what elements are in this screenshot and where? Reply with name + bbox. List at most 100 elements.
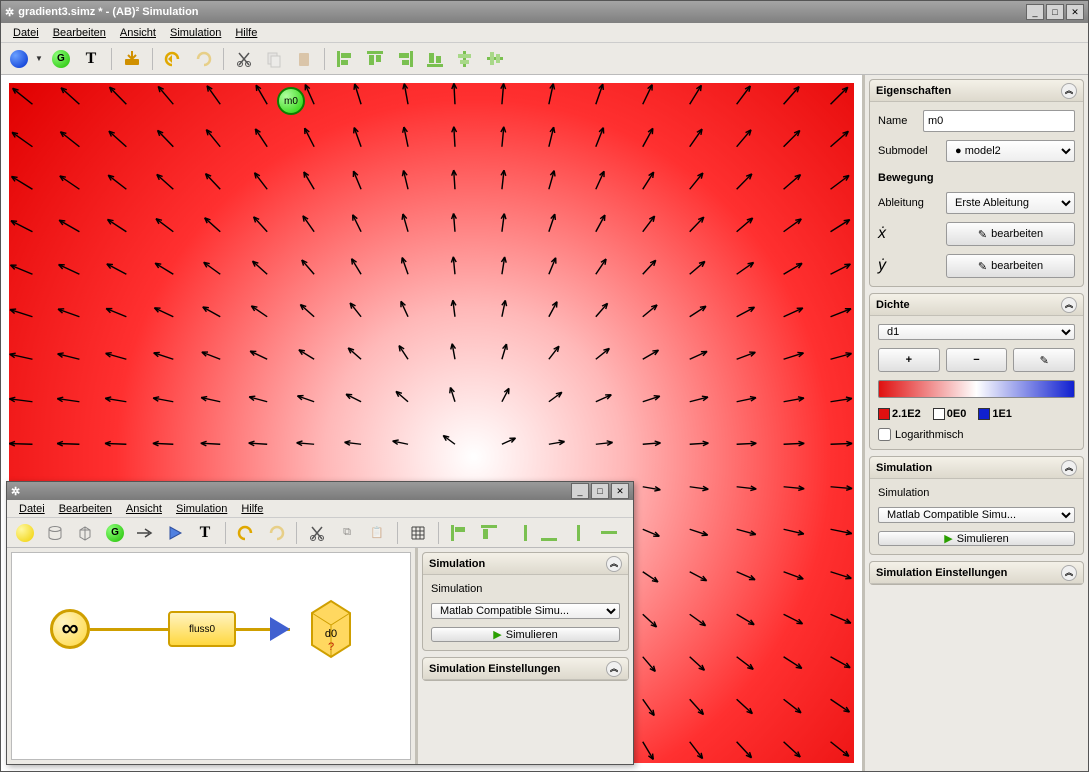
align-top[interactable] [363, 47, 387, 71]
align-left[interactable] [447, 521, 471, 545]
collapse-icon[interactable]: ︽ [1061, 297, 1077, 313]
log-label: Logarithmisch [895, 429, 963, 441]
tool-undo[interactable] [161, 47, 185, 71]
edit-density-button[interactable]: ✎ [1013, 348, 1075, 372]
align-center-h[interactable] [453, 47, 477, 71]
tool-redo[interactable] [264, 521, 288, 545]
main-toolbar: ▼ G T [1, 43, 1088, 75]
log-checkbox[interactable] [878, 428, 891, 441]
collapse-icon[interactable]: ︽ [606, 556, 622, 572]
menu-edit[interactable]: Bearbeiten [53, 501, 118, 517]
tool-undo[interactable] [234, 521, 258, 545]
tool-copy[interactable]: ⧉ [335, 521, 359, 545]
menu-view[interactable]: Ansicht [114, 25, 162, 41]
menu-file[interactable]: Datei [7, 25, 45, 41]
collapse-icon[interactable]: ︽ [1061, 565, 1077, 581]
density-title: Dichte [876, 299, 910, 311]
menu-file[interactable]: Datei [13, 501, 51, 517]
menu-simulation[interactable]: Simulation [170, 501, 233, 517]
x-dot-label: ẋ [878, 225, 938, 243]
sink-node[interactable]: d0? [304, 595, 358, 661]
tool-arrow[interactable] [133, 521, 157, 545]
tool-redo[interactable] [191, 47, 215, 71]
tool-paste[interactable] [292, 47, 316, 71]
tool-save[interactable] [120, 47, 144, 71]
simulation-select[interactable]: Matlab Compatible Simu... [431, 603, 620, 619]
submodel-label: Submodel [878, 145, 938, 157]
sub-minimize-button[interactable]: _ [571, 483, 589, 499]
edit-x-button[interactable]: ✎bearbeiten [946, 222, 1075, 246]
close-button[interactable]: ✕ [1066, 4, 1084, 20]
simulation-label: Simulation [431, 583, 620, 595]
tool-text[interactable]: T [79, 47, 103, 71]
simulation-select[interactable]: Matlab Compatible Simu... [878, 507, 1075, 523]
collapse-icon[interactable]: ︽ [1061, 460, 1077, 476]
maximize-button[interactable]: □ [1046, 4, 1064, 20]
menu-simulation[interactable]: Simulation [164, 25, 227, 41]
play-icon: ▶ [493, 628, 501, 641]
sim-settings-title: Simulation Einstellungen [429, 663, 560, 675]
edit-y-button[interactable]: ✎bearbeiten [946, 254, 1075, 278]
tool-paste[interactable]: 📋 [365, 521, 389, 545]
tool-yellow-circle[interactable] [13, 521, 37, 545]
derivative-select[interactable]: Erste Ableitung [946, 192, 1075, 214]
main-titlebar: ✲ gradient3.simz * - (AB)² Simulation _ … [1, 1, 1088, 23]
sub-canvas[interactable]: ∞ fluss0 d0? [11, 552, 411, 760]
tool-cut[interactable] [232, 47, 256, 71]
run-simulation-button[interactable]: ▶Simulieren [878, 531, 1075, 546]
minus-button[interactable]: − [946, 348, 1008, 372]
submodel-select[interactable]: ● model2 [946, 140, 1075, 162]
sub-close-button[interactable]: ✕ [611, 483, 629, 499]
flow-node[interactable]: fluss0 [168, 611, 236, 647]
align-top[interactable] [477, 521, 501, 545]
panel-simulation: Simulation ︽ Simulation Matlab Compatibl… [869, 456, 1084, 555]
properties-title: Eigenschaften [876, 85, 951, 97]
menu-help[interactable]: Hilfe [235, 501, 269, 517]
tool-global[interactable]: G [103, 521, 127, 545]
align-center-v[interactable] [597, 521, 621, 545]
tool-copy[interactable] [262, 47, 286, 71]
tool-text[interactable]: T [193, 521, 217, 545]
minimize-button[interactable]: _ [1026, 4, 1044, 20]
menu-view[interactable]: Ansicht [120, 501, 168, 517]
sim-settings-title: Simulation Einstellungen [876, 567, 1007, 579]
pencil-icon: ✎ [978, 260, 987, 273]
menu-edit[interactable]: Bearbeiten [47, 25, 112, 41]
align-bottom[interactable] [423, 47, 447, 71]
name-input[interactable] [923, 110, 1075, 132]
window-title: gradient3.simz * - (AB)² Simulation [18, 6, 198, 18]
app-icon: ✲ [11, 485, 20, 498]
derivative-label: Ableitung [878, 197, 938, 209]
pencil-icon: ✎ [978, 228, 987, 241]
sub-toolbar: G T ⧉ 📋 [7, 518, 633, 548]
node-m0[interactable]: m0 [277, 87, 305, 115]
tool-cut[interactable] [305, 521, 329, 545]
tool-global[interactable]: G [49, 47, 73, 71]
run-simulation-button[interactable]: ▶Simulieren [431, 627, 620, 642]
sub-window: ✲ _ □ ✕ Datei Bearbeiten Ansicht Simulat… [6, 481, 634, 765]
align-center-h[interactable] [567, 521, 591, 545]
name-label: Name [878, 115, 915, 127]
tool-play-arrow[interactable] [163, 521, 187, 545]
density-select[interactable]: d1 [878, 324, 1075, 340]
sub-right-panel: Simulation ︽ Simulation Matlab Compatibl… [415, 548, 633, 764]
y-dot-label: ẏ [878, 257, 938, 275]
panel-sim-settings: Simulation Einstellungen ︽ [869, 561, 1084, 585]
sub-maximize-button[interactable]: □ [591, 483, 609, 499]
tool-cylinder[interactable] [43, 521, 67, 545]
add-button[interactable]: + [878, 348, 940, 372]
tool-cube[interactable] [73, 521, 97, 545]
align-center-v[interactable] [483, 47, 507, 71]
tool-blue-circle[interactable] [7, 47, 31, 71]
align-right[interactable] [507, 521, 531, 545]
tool-blue-dropdown[interactable]: ▼ [35, 54, 43, 63]
align-left[interactable] [333, 47, 357, 71]
menu-help[interactable]: Hilfe [229, 25, 263, 41]
align-right[interactable] [393, 47, 417, 71]
collapse-icon[interactable]: ︽ [606, 661, 622, 677]
flow-arrow-icon [270, 617, 290, 641]
align-bottom[interactable] [537, 521, 561, 545]
collapse-icon[interactable]: ︽ [1061, 83, 1077, 99]
source-node[interactable]: ∞ [50, 609, 90, 649]
tool-grid[interactable] [406, 521, 430, 545]
